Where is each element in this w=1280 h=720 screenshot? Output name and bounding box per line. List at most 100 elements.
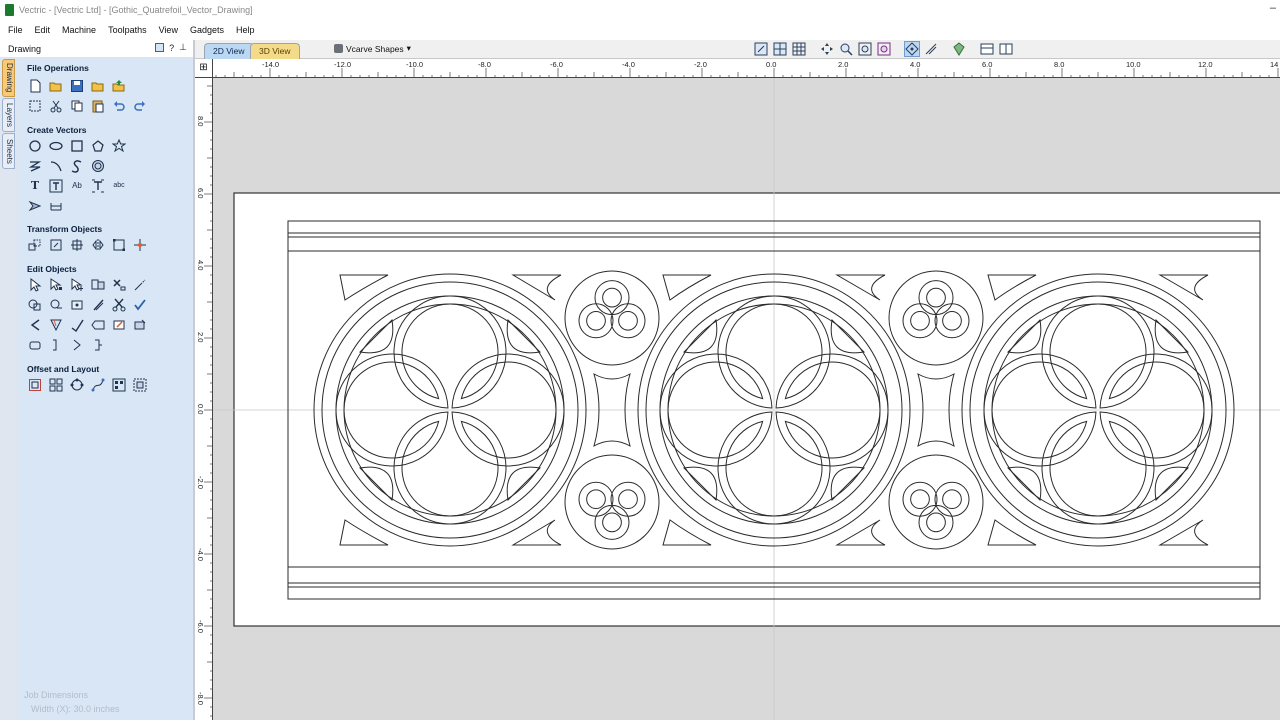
mirror-icon[interactable]: [90, 237, 106, 253]
zoom-in-icon[interactable]: [838, 41, 854, 57]
pan-icon[interactable]: [819, 41, 835, 57]
section-offset-layout: Offset and Layout: [27, 364, 100, 374]
undo-icon[interactable]: [111, 98, 127, 114]
intersect-icon[interactable]: [69, 297, 85, 313]
polygon-tool-icon[interactable]: [90, 138, 106, 154]
drawing-area[interactable]: [213, 78, 1280, 720]
dimension-tool-icon[interactable]: abc: [111, 178, 127, 194]
ruler-label: -10.0: [406, 60, 424, 69]
tab-sheets[interactable]: Sheets: [2, 133, 15, 169]
nesting-icon[interactable]: [111, 377, 127, 393]
zoom-all-icon[interactable]: [857, 41, 873, 57]
ruler-label: -8.0: [478, 60, 491, 69]
copy-along-vectors-icon[interactable]: [90, 377, 106, 393]
tab-2d-view[interactable]: 2D View: [204, 43, 254, 59]
move-icon[interactable]: [27, 237, 43, 253]
spiral-tool-icon[interactable]: [90, 158, 106, 174]
grid-icon[interactable]: [791, 41, 807, 57]
menu-file[interactable]: File: [2, 25, 29, 35]
import-icon[interactable]: [90, 78, 106, 94]
check-vectors-icon[interactable]: [132, 297, 148, 313]
split-view-icon[interactable]: [998, 41, 1014, 57]
set-size-icon[interactable]: [48, 237, 64, 253]
chevron-tool-icon[interactable]: [69, 337, 85, 353]
scissors-icon[interactable]: [111, 297, 127, 313]
snap-icon[interactable]: [772, 41, 788, 57]
rendering-icon[interactable]: [951, 41, 967, 57]
cut-icon[interactable]: [48, 98, 64, 114]
rotate-icon[interactable]: [69, 237, 85, 253]
circular-array-icon[interactable]: [69, 377, 85, 393]
ellipse-tool-icon[interactable]: [48, 138, 64, 154]
transform-mode-icon[interactable]: [69, 277, 85, 293]
save-icon[interactable]: [69, 78, 85, 94]
close-vectors-icon[interactable]: [111, 317, 127, 333]
sheet-nesting-icon[interactable]: [132, 377, 148, 393]
panel-layout-icon[interactable]: [155, 43, 165, 52]
redo-icon[interactable]: [132, 98, 148, 114]
extend-vector-icon[interactable]: [132, 277, 148, 293]
join-icon[interactable]: [27, 337, 43, 353]
distort-icon[interactable]: [111, 237, 127, 253]
dropdown-arrow-icon: ▾: [406, 43, 411, 53]
menu-help[interactable]: Help: [230, 25, 261, 35]
node-edit-icon[interactable]: [48, 277, 64, 293]
menu-edit[interactable]: Edit: [29, 25, 57, 35]
curve-tool-icon[interactable]: [69, 158, 85, 174]
zoom-window-icon[interactable]: [753, 41, 769, 57]
zoom-selection-icon[interactable]: [876, 41, 892, 57]
fit-curves-icon[interactable]: [90, 317, 106, 333]
dynamic-snap-icon[interactable]: [904, 41, 920, 57]
tab-drawing[interactable]: Drawing: [2, 59, 15, 97]
drawing-canvas[interactable]: [213, 78, 1280, 720]
draw-tool-icon[interactable]: [27, 198, 43, 214]
menu-toolpaths[interactable]: Toolpaths: [102, 25, 153, 35]
help-icon[interactable]: ?: [169, 43, 174, 53]
text-on-curve-icon[interactable]: [48, 178, 64, 194]
bracket-close-icon[interactable]: [90, 337, 106, 353]
align-icon[interactable]: [132, 237, 148, 253]
ruler-origin-icon[interactable]: ⊞: [195, 59, 213, 78]
measure-tool-icon[interactable]: [48, 198, 64, 214]
auto-layout-text-icon[interactable]: Ab: [69, 178, 85, 194]
chamfer-icon[interactable]: [27, 317, 43, 333]
dogbone-icon[interactable]: [48, 317, 64, 333]
interactive-trim-icon[interactable]: [90, 277, 106, 293]
star-tool-icon[interactable]: [111, 138, 127, 154]
trim-delete-icon[interactable]: [111, 277, 127, 293]
bend-text-icon[interactable]: [90, 178, 106, 194]
export-icon[interactable]: [111, 78, 127, 94]
construction-lines-icon[interactable]: [923, 41, 939, 57]
menu-view[interactable]: View: [153, 25, 184, 35]
new-file-icon[interactable]: [27, 78, 43, 94]
join-open-icon[interactable]: [132, 317, 148, 333]
ruler-label: 0.0: [196, 404, 205, 415]
array-copy-icon[interactable]: [48, 377, 64, 393]
arc-tool-icon[interactable]: [48, 158, 64, 174]
job-setup-icon[interactable]: [27, 98, 43, 114]
ruler-label: 4.0: [910, 60, 921, 69]
pin-icon[interactable]: ⊥: [179, 42, 187, 53]
paste-icon[interactable]: [90, 98, 106, 114]
offset-icon[interactable]: [27, 377, 43, 393]
copy-icon[interactable]: [69, 98, 85, 114]
menu-machine[interactable]: Machine: [56, 25, 102, 35]
minimize-button[interactable]: –: [1270, 2, 1276, 14]
subtract-icon[interactable]: [48, 297, 64, 313]
tab-3d-view[interactable]: 3D View: [250, 43, 300, 59]
tab-layers[interactable]: Layers: [2, 98, 15, 132]
vcarve-shapes-dropdown[interactable]: Vcarve Shapes ▾: [334, 43, 411, 54]
layer-manager-icon[interactable]: [979, 41, 995, 57]
polyline-tool-icon[interactable]: [27, 158, 43, 174]
rectangle-tool-icon[interactable]: [69, 138, 85, 154]
text-tool-icon[interactable]: T: [27, 178, 43, 194]
select-tool-icon[interactable]: [27, 277, 43, 293]
smooth-icon[interactable]: [69, 317, 85, 333]
menu-gadgets[interactable]: Gadgets: [184, 25, 230, 35]
ruler-label: 8.0: [1054, 60, 1065, 69]
open-file-icon[interactable]: [48, 78, 64, 94]
weld-icon[interactable]: [27, 297, 43, 313]
circle-tool-icon[interactable]: [27, 138, 43, 154]
fillet-icon[interactable]: [90, 297, 106, 313]
bracket-icon[interactable]: [48, 337, 64, 353]
